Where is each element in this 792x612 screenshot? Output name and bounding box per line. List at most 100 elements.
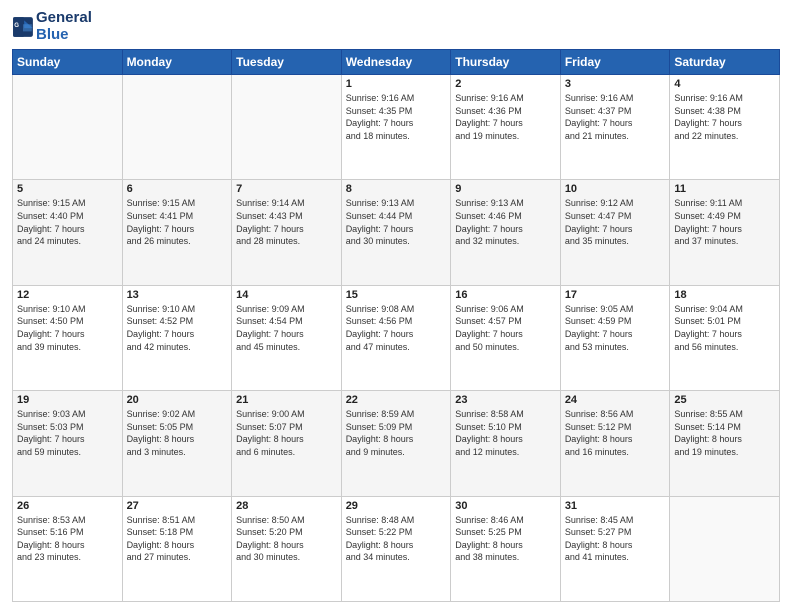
calendar-cell: 1 Sunrise: 9:16 AM Sunset: 4:35 PM Daylig… — [341, 75, 451, 180]
day-info: Sunrise: 9:06 AM Sunset: 4:57 PM Dayligh… — [455, 303, 556, 353]
calendar-cell: 29Sunrise: 8:48 AM Sunset: 5:22 PM Dayli… — [341, 496, 451, 601]
calendar-cell: 6 Sunrise: 9:15 AM Sunset: 4:41 PM Daylig… — [122, 180, 232, 285]
weekday-header-sunday: Sunday — [13, 50, 123, 75]
calendar-cell: 11 Sunrise: 9:11 AM Sunset: 4:49 PM Dayli… — [670, 180, 780, 285]
day-number: 10 — [565, 183, 666, 195]
calendar-week-2: 5 Sunrise: 9:15 AM Sunset: 4:40 PM Daylig… — [13, 180, 780, 285]
logo-general: General — [36, 10, 92, 27]
day-number: 1 — [346, 78, 447, 90]
day-number: 2 — [455, 78, 556, 90]
page-container: G General Blue SundayMondayTuesdayWednes… — [0, 0, 792, 612]
day-number: 17 — [565, 289, 666, 301]
calendar-cell: 27 Sunrise: 8:51 AM Sunset: 5:18 PM Dayli… — [122, 496, 232, 601]
weekday-header-thursday: Thursday — [451, 50, 561, 75]
calendar-cell: 19 Sunrise: 9:03 AM Sunset: 5:03 PM Dayli… — [13, 391, 123, 496]
day-number: 5 — [17, 183, 118, 195]
logo-text-block: General Blue — [36, 10, 92, 43]
day-number: 14 — [236, 289, 337, 301]
day-number: 27 — [127, 500, 228, 512]
calendar-week-4: 19 Sunrise: 9:03 AM Sunset: 5:03 PM Dayli… — [13, 391, 780, 496]
calendar-cell: 10 Sunrise: 9:12 AM Sunset: 4:47 PM Dayli… — [560, 180, 670, 285]
calendar-cell: 9 Sunrise: 9:13 AM Sunset: 4:46 PM Daylig… — [451, 180, 561, 285]
day-info: Sunrise: 8:53 AM Sunset: 5:16 PM Dayligh… — [17, 514, 118, 564]
calendar-cell: 24Sunrise: 8:56 AM Sunset: 5:12 PM Dayli… — [560, 391, 670, 496]
day-info: Sunrise: 9:14 AM Sunset: 4:43 PM Dayligh… — [236, 197, 337, 247]
day-info: Sunrise: 8:51 AM Sunset: 5:18 PM Dayligh… — [127, 514, 228, 564]
day-number: 7 — [236, 183, 337, 195]
day-number: 23 — [455, 394, 556, 406]
day-number: 4 — [674, 78, 775, 90]
day-number: 11 — [674, 183, 775, 195]
calendar-cell: 23 Sunrise: 8:58 AM Sunset: 5:10 PM Dayli… — [451, 391, 561, 496]
day-info: Sunrise: 9:10 AM Sunset: 4:52 PM Dayligh… — [127, 303, 228, 353]
logo-blue: Blue — [36, 27, 92, 44]
day-info: Sunrise: 8:50 AM Sunset: 5:20 PM Dayligh… — [236, 514, 337, 564]
day-info: Sunrise: 9:08 AM Sunset: 4:56 PM Dayligh… — [346, 303, 447, 353]
day-number: 8 — [346, 183, 447, 195]
day-info: Sunrise: 9:16 AM Sunset: 4:38 PM Dayligh… — [674, 92, 775, 142]
calendar-table: SundayMondayTuesdayWednesdayThursdayFrid… — [12, 49, 780, 602]
calendar-week-3: 12Sunrise: 9:10 AM Sunset: 4:50 PM Dayli… — [13, 285, 780, 390]
day-info: Sunrise: 8:59 AM Sunset: 5:09 PM Dayligh… — [346, 408, 447, 458]
day-number: 18 — [674, 289, 775, 301]
day-info: Sunrise: 8:58 AM Sunset: 5:10 PM Dayligh… — [455, 408, 556, 458]
svg-text:G: G — [14, 23, 19, 29]
day-info: Sunrise: 9:15 AM Sunset: 4:40 PM Dayligh… — [17, 197, 118, 247]
day-number: 20 — [127, 394, 228, 406]
day-number: 22 — [346, 394, 447, 406]
day-info: Sunrise: 9:03 AM Sunset: 5:03 PM Dayligh… — [17, 408, 118, 458]
day-info: Sunrise: 9:05 AM Sunset: 4:59 PM Dayligh… — [565, 303, 666, 353]
day-number: 30 — [455, 500, 556, 512]
calendar-cell: 7 Sunrise: 9:14 AM Sunset: 4:43 PM Daylig… — [232, 180, 342, 285]
calendar-cell: 15 Sunrise: 9:08 AM Sunset: 4:56 PM Dayli… — [341, 285, 451, 390]
day-info: Sunrise: 9:16 AM Sunset: 4:37 PM Dayligh… — [565, 92, 666, 142]
calendar-cell: 3Sunrise: 9:16 AM Sunset: 4:37 PM Daylig… — [560, 75, 670, 180]
day-info: Sunrise: 9:13 AM Sunset: 4:44 PM Dayligh… — [346, 197, 447, 247]
calendar-cell: 12Sunrise: 9:10 AM Sunset: 4:50 PM Dayli… — [13, 285, 123, 390]
calendar-cell: 31Sunrise: 8:45 AM Sunset: 5:27 PM Dayli… — [560, 496, 670, 601]
day-info: Sunrise: 9:12 AM Sunset: 4:47 PM Dayligh… — [565, 197, 666, 247]
day-info: Sunrise: 9:16 AM Sunset: 4:35 PM Dayligh… — [346, 92, 447, 142]
day-number: 19 — [17, 394, 118, 406]
day-info: Sunrise: 9:00 AM Sunset: 5:07 PM Dayligh… — [236, 408, 337, 458]
calendar-cell: 2 Sunrise: 9:16 AM Sunset: 4:36 PM Daylig… — [451, 75, 561, 180]
calendar-cell — [670, 496, 780, 601]
day-info: Sunrise: 9:15 AM Sunset: 4:41 PM Dayligh… — [127, 197, 228, 247]
calendar-cell: 21 Sunrise: 9:00 AM Sunset: 5:07 PM Dayli… — [232, 391, 342, 496]
calendar-cell: 18Sunrise: 9:04 AM Sunset: 5:01 PM Dayli… — [670, 285, 780, 390]
day-info: Sunrise: 9:11 AM Sunset: 4:49 PM Dayligh… — [674, 197, 775, 247]
weekday-header-wednesday: Wednesday — [341, 50, 451, 75]
day-number: 26 — [17, 500, 118, 512]
calendar-cell: 20 Sunrise: 9:02 AM Sunset: 5:05 PM Dayli… — [122, 391, 232, 496]
calendar-week-1: 1 Sunrise: 9:16 AM Sunset: 4:35 PM Daylig… — [13, 75, 780, 180]
calendar-cell: 22 Sunrise: 8:59 AM Sunset: 5:09 PM Dayli… — [341, 391, 451, 496]
day-number: 24 — [565, 394, 666, 406]
weekday-header-saturday: Saturday — [670, 50, 780, 75]
day-number: 31 — [565, 500, 666, 512]
day-number: 16 — [455, 289, 556, 301]
weekday-header-friday: Friday — [560, 50, 670, 75]
weekday-header-tuesday: Tuesday — [232, 50, 342, 75]
day-number: 28 — [236, 500, 337, 512]
weekday-header-monday: Monday — [122, 50, 232, 75]
day-info: Sunrise: 9:02 AM Sunset: 5:05 PM Dayligh… — [127, 408, 228, 458]
day-number: 13 — [127, 289, 228, 301]
calendar-cell: 25Sunrise: 8:55 AM Sunset: 5:14 PM Dayli… — [670, 391, 780, 496]
day-info: Sunrise: 9:16 AM Sunset: 4:36 PM Dayligh… — [455, 92, 556, 142]
calendar-cell: 4 Sunrise: 9:16 AM Sunset: 4:38 PM Daylig… — [670, 75, 780, 180]
calendar-cell: 5 Sunrise: 9:15 AM Sunset: 4:40 PM Daylig… — [13, 180, 123, 285]
logo-icon: G — [12, 16, 34, 38]
day-number: 6 — [127, 183, 228, 195]
day-number: 15 — [346, 289, 447, 301]
day-info: Sunrise: 9:13 AM Sunset: 4:46 PM Dayligh… — [455, 197, 556, 247]
calendar-cell: 8 Sunrise: 9:13 AM Sunset: 4:44 PM Daylig… — [341, 180, 451, 285]
logo: G General Blue — [12, 10, 92, 43]
day-number: 9 — [455, 183, 556, 195]
calendar-cell: 28 Sunrise: 8:50 AM Sunset: 5:20 PM Dayli… — [232, 496, 342, 601]
calendar-cell — [232, 75, 342, 180]
day-number: 12 — [17, 289, 118, 301]
weekday-row: SundayMondayTuesdayWednesdayThursdayFrid… — [13, 50, 780, 75]
calendar-cell: 13 Sunrise: 9:10 AM Sunset: 4:52 PM Dayli… — [122, 285, 232, 390]
calendar-body: 1 Sunrise: 9:16 AM Sunset: 4:35 PM Daylig… — [13, 75, 780, 602]
day-number: 21 — [236, 394, 337, 406]
